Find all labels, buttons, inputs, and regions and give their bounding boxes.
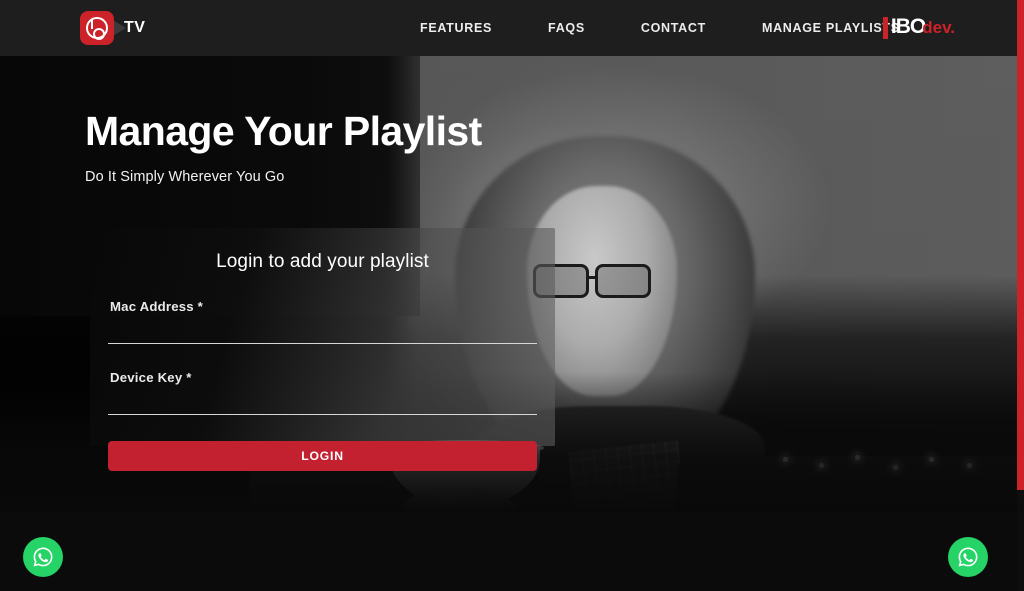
page-bottom-area [0, 512, 1017, 591]
mac-address-input[interactable] [108, 324, 537, 344]
mac-address-field-group: Mac Address * [108, 299, 537, 344]
login-button[interactable]: LOGIN [108, 441, 537, 471]
hero-copy: Manage Your Playlist Do It Simply Wherev… [85, 108, 482, 186]
page-title: Manage Your Playlist [85, 108, 482, 154]
nav-item-manage-playlists[interactable]: MANAGE PLAYLISTS [762, 21, 900, 35]
page-root: TV FEATURES FAQS CONTACT MANAGE PLAYLIST… [0, 0, 1024, 591]
ibo-player-logo-icon [80, 11, 126, 45]
whatsapp-button-left[interactable] [23, 537, 63, 577]
mac-address-label: Mac Address * [110, 299, 203, 314]
brand-tv-label: TV [124, 19, 146, 36]
logo-badge [80, 11, 114, 45]
brand-logo[interactable]: TV [80, 11, 145, 45]
device-key-input[interactable] [108, 395, 537, 415]
partner-logo-secondary: dev. [922, 18, 955, 37]
nav-item-contact[interactable]: CONTACT [641, 21, 706, 35]
whatsapp-icon [958, 547, 978, 567]
main-navigation: FEATURES FAQS CONTACT MANAGE PLAYLISTS [420, 0, 900, 56]
partner-logo-bar-icon [882, 17, 888, 39]
glasses-right-lens [595, 264, 651, 298]
site-header: TV FEATURES FAQS CONTACT MANAGE PLAYLIST… [0, 0, 1017, 56]
login-panel: Login to add your playlist Mac Address *… [90, 228, 555, 471]
login-panel-title: Login to add your playlist [216, 251, 429, 272]
partner-logo-ibodev[interactable]: IBO dev. [882, 15, 955, 41]
partner-logo-primary: IBO [890, 15, 926, 38]
whatsapp-button-right[interactable] [948, 537, 988, 577]
device-key-field-group: Device Key * [108, 370, 537, 415]
page-subtitle: Do It Simply Wherever You Go [85, 169, 285, 186]
scrollbar-thumb[interactable] [1017, 0, 1024, 490]
device-key-label: Device Key * [110, 370, 192, 385]
logo-circle-glyph [86, 17, 108, 40]
nav-item-faqs[interactable]: FAQS [548, 21, 585, 35]
nav-item-features[interactable]: FEATURES [420, 21, 492, 35]
whatsapp-icon [33, 547, 53, 567]
